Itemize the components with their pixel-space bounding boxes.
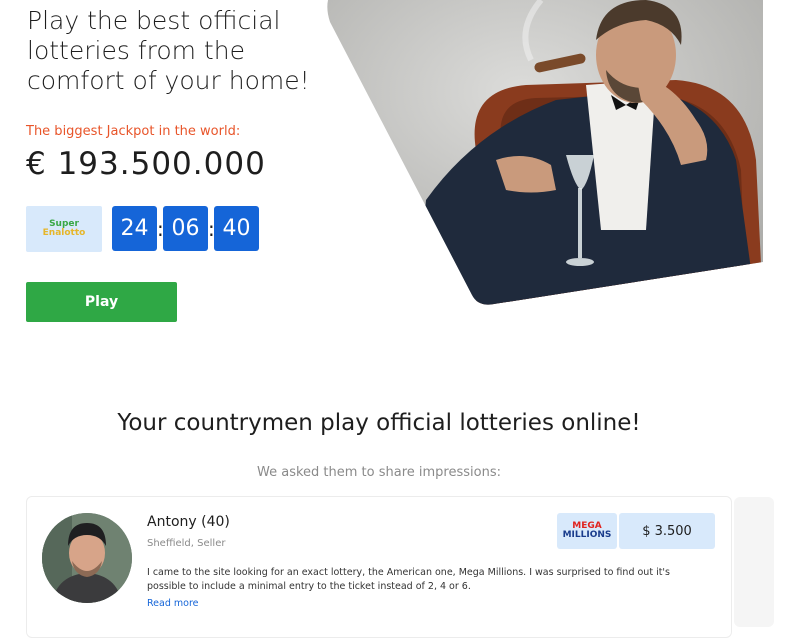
section-subtitle: We asked them to share impressions: [257, 465, 501, 480]
hero-title: Play the best official lotteries from th… [27, 6, 310, 95]
countdown-minutes: 06 [163, 206, 208, 251]
read-more-link[interactable]: Read more [147, 598, 199, 609]
jackpot-label: The biggest Jackpot in the world: [26, 124, 241, 139]
countdown-seconds: 40 [214, 206, 259, 251]
next-review-card[interactable] [734, 497, 774, 627]
win-amount: $ 3.500 [619, 513, 715, 549]
jackpot-amount: € 193.500.000 [26, 146, 266, 182]
section-title: Your countrymen play official lotteries … [117, 410, 641, 436]
hero-image [327, 0, 763, 305]
play-button[interactable]: Play [26, 282, 177, 322]
reviewer-avatar [42, 513, 132, 603]
mega-millions-logo: MEGA MILLIONS [557, 513, 617, 549]
lottery-logo-line2: Enalotto [42, 228, 86, 238]
superenalotto-logo: Super Enalotto [26, 206, 102, 252]
mm-logo-line2: MILLIONS [562, 530, 612, 540]
countdown-hours: 24 [112, 206, 157, 251]
reviewer-location: Sheffield, Seller [147, 538, 226, 549]
review-card: Antony (40) Sheffield, Seller MEGA MILLI… [26, 496, 732, 638]
review-text: I came to the site looking for an exact … [147, 567, 670, 592]
countdown-timer: 24 : 06 : 40 [112, 206, 259, 251]
reviewer-name: Antony (40) [147, 514, 230, 530]
